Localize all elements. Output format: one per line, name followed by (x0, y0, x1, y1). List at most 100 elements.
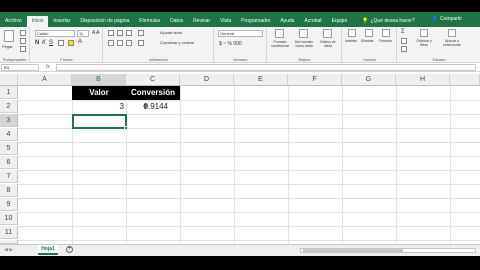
insert-cells-button[interactable]: Insertar (345, 39, 357, 43)
share-button[interactable]: 👤 Compartir (432, 14, 462, 25)
find-select-icon[interactable] (448, 29, 456, 37)
tab-equipo[interactable]: Equipo (327, 16, 353, 27)
row-header-7[interactable]: 7 (0, 170, 18, 183)
tab-inicio[interactable]: Inicio (26, 16, 49, 27)
formula-input[interactable] (56, 64, 476, 71)
tab-archivo[interactable]: Archivo (0, 16, 27, 27)
grow-font-icon[interactable]: A A (92, 30, 100, 36)
underline-icon[interactable]: S (49, 40, 53, 46)
row-header-5[interactable]: 5 (0, 142, 18, 155)
row-header-2[interactable]: 2 (0, 100, 18, 113)
sheet-tab-hoja1[interactable]: Hoja1 (38, 245, 58, 255)
insert-cells-icon[interactable] (348, 29, 356, 37)
indent-icon[interactable] (138, 40, 144, 46)
cell-styles-icon[interactable] (323, 29, 332, 38)
tab-revisar[interactable]: Revisar (188, 16, 215, 27)
copy-icon[interactable] (20, 38, 26, 44)
tab-formulas[interactable]: Fórmulas (134, 16, 165, 27)
font-name-select[interactable]: Calibri (35, 30, 75, 37)
conditional-format-button[interactable]: Formato condicional (269, 40, 291, 48)
row-header-6[interactable]: 6 (0, 156, 18, 169)
scroll-thumb[interactable] (303, 249, 403, 252)
font-group-label: Fuente (60, 57, 73, 62)
number-format-select[interactable]: General (218, 30, 263, 37)
name-box[interactable]: B3 (1, 64, 39, 71)
align-top-icon[interactable] (108, 30, 114, 36)
row-header-4[interactable]: 4 (0, 128, 18, 141)
currency-icon[interactable]: $ ~ % 000 (219, 41, 242, 47)
tab-datos[interactable]: Datos (165, 16, 188, 27)
row-header-10[interactable]: 10 (0, 212, 18, 225)
cell-styles-button[interactable]: Estilos de celda (317, 40, 339, 48)
sort-filter-icon[interactable] (420, 29, 428, 37)
cut-icon[interactable] (20, 30, 26, 36)
format-cells-button[interactable]: Formato (379, 39, 392, 43)
fill-handle[interactable] (124, 126, 128, 130)
format-table-button[interactable]: Dar formato como tabla (293, 40, 315, 48)
select-all-corner[interactable] (0, 74, 18, 86)
italic-icon[interactable]: K (42, 40, 46, 46)
cells-group: Insertar Eliminar Formato Celdas (343, 27, 397, 63)
col-header-e[interactable]: E (234, 74, 288, 86)
fill-icon[interactable] (401, 38, 407, 44)
worksheet-grid[interactable]: A B C D E F G H 1 2 3 4 5 6 7 8 9 10 11 (0, 74, 480, 244)
tab-acrobat[interactable]: Acrobat (299, 16, 326, 27)
align-bottom-icon[interactable] (126, 30, 132, 36)
find-select-button[interactable]: Buscar y seleccionar (440, 39, 464, 47)
orientation-icon[interactable] (138, 30, 144, 36)
number-group: General $ ~ % 000 Número (215, 27, 267, 63)
add-sheet-icon[interactable]: + (66, 246, 73, 253)
tab-programador[interactable]: Programador (236, 16, 275, 27)
autosum-icon[interactable]: Σ (401, 29, 405, 35)
conditional-format-icon[interactable] (275, 29, 284, 38)
horizontal-scrollbar[interactable] (300, 248, 476, 253)
row-header-8[interactable]: 8 (0, 184, 18, 197)
col-header-b[interactable]: B (72, 74, 126, 86)
row-header-3[interactable]: 3 (0, 114, 18, 127)
cell-c1[interactable]: Conversión (126, 86, 180, 100)
format-painter-icon[interactable] (20, 46, 26, 52)
delete-cells-button[interactable]: Eliminar (361, 39, 374, 43)
format-table-icon[interactable] (299, 29, 308, 38)
clear-icon[interactable] (401, 46, 407, 52)
borders-icon[interactable] (58, 40, 64, 46)
cell-b1[interactable]: Valor (72, 86, 126, 100)
font-size-select[interactable]: 11 (77, 30, 89, 37)
col-header-c[interactable]: C (126, 74, 180, 86)
merge-center-button[interactable]: Combinar y centrar (160, 40, 194, 45)
tab-insertar[interactable]: Insertar (48, 16, 75, 27)
row-header-1[interactable]: 1 (0, 86, 18, 99)
col-header-a[interactable]: A (18, 74, 72, 86)
sheet-tab-bar: ◀ ▶ Hoja1 + (0, 244, 480, 256)
align-center-icon[interactable] (117, 40, 123, 46)
cell-b2[interactable]: 3 (72, 100, 124, 114)
tab-vista[interactable]: Vista (215, 16, 236, 27)
selected-cell-b3[interactable] (72, 114, 127, 129)
tab-disposicion[interactable]: Disposición de página (75, 16, 134, 27)
tab-ayuda[interactable]: Ayuda (275, 16, 299, 27)
fill-color-icon[interactable] (68, 40, 74, 46)
sort-filter-button[interactable]: Ordenar y filtrar (412, 39, 436, 47)
wrap-text-button[interactable]: Ajustar texto (160, 30, 182, 35)
styles-group-label: Estilos (298, 57, 311, 62)
fx-icon[interactable]: fx (46, 64, 50, 70)
sheet-nav-arrows[interactable]: ◀ ▶ (4, 247, 13, 253)
bold-icon[interactable]: N (35, 40, 39, 46)
col-header-h[interactable]: H (396, 74, 450, 86)
align-left-icon[interactable] (108, 40, 114, 46)
align-middle-icon[interactable] (117, 30, 123, 36)
col-header-partial[interactable] (450, 74, 480, 86)
col-header-g[interactable]: G (342, 74, 396, 86)
row-header-11[interactable]: 11 (0, 226, 18, 239)
font-color-icon[interactable]: A (78, 39, 82, 45)
clipboard-group: Pegar Portapapeles (0, 27, 30, 63)
paste-icon[interactable] (4, 30, 14, 42)
format-cells-icon[interactable] (382, 29, 390, 37)
gridline (18, 240, 480, 241)
col-header-d[interactable]: D (180, 74, 234, 86)
row-header-9[interactable]: 9 (0, 198, 18, 211)
tell-me-search[interactable]: 💡 ¿Qué desea hacer? (362, 16, 414, 27)
align-right-icon[interactable] (126, 40, 132, 46)
delete-cells-icon[interactable] (365, 29, 373, 37)
col-header-f[interactable]: F (288, 74, 342, 86)
